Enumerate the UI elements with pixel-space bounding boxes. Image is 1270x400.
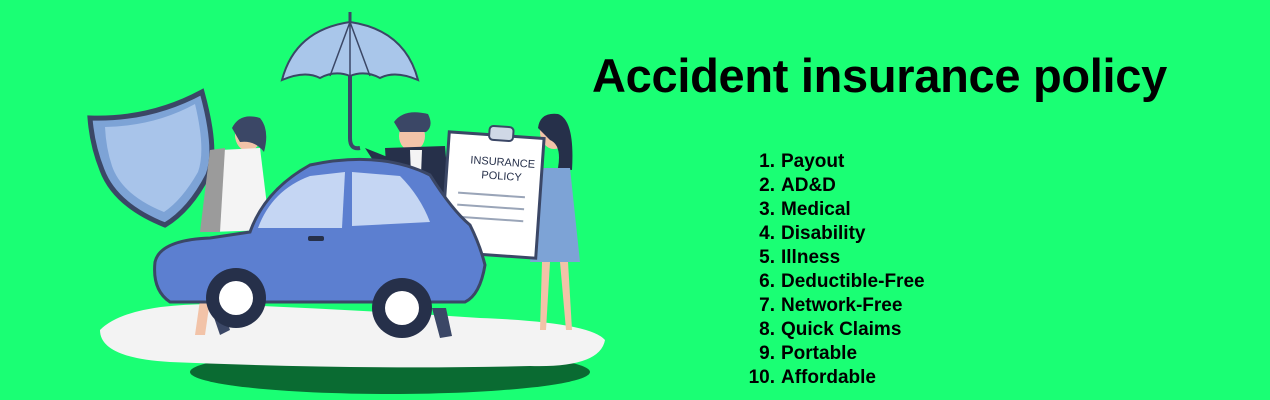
list-item-label: Quick Claims bbox=[781, 319, 902, 340]
list-item: 2. AD&D bbox=[735, 174, 925, 198]
list-item-label: Payout bbox=[781, 151, 845, 172]
list-item-number: 5. bbox=[759, 247, 775, 268]
list-item-label: Deductible-Free bbox=[781, 271, 925, 292]
list-item-label: Disability bbox=[781, 223, 866, 244]
list-item-label: Medical bbox=[781, 199, 851, 220]
insurance-illustration: INSURANCE POLICY bbox=[87, 12, 605, 394]
list-item: 4. Disability bbox=[735, 222, 925, 246]
list-item-number: 2. bbox=[759, 175, 775, 196]
list-item: 3. Medical bbox=[735, 198, 925, 222]
page-title: Accident insurance policy bbox=[592, 49, 1167, 102]
list-item-label: Portable bbox=[781, 343, 858, 364]
list-item-number: 7. bbox=[759, 295, 775, 316]
list-item-number: 9. bbox=[759, 343, 775, 364]
list-item: 1. Payout bbox=[735, 150, 925, 174]
list-item: 8. Quick Claims bbox=[735, 318, 925, 342]
list-item-number: 8. bbox=[759, 319, 775, 340]
list-item-label: Illness bbox=[781, 247, 841, 268]
list-item-number: 4. bbox=[759, 223, 775, 244]
list-item-label: Affordable bbox=[781, 367, 876, 388]
list-item: 7. Network-Free bbox=[735, 294, 925, 318]
list-item-number: 3. bbox=[759, 199, 775, 220]
list-item: 6. Deductible-Free bbox=[735, 270, 925, 294]
list-item-label: Network-Free bbox=[781, 295, 903, 316]
list-item: 5. Illness bbox=[735, 246, 925, 270]
list-item-number: 6. bbox=[759, 271, 775, 292]
list-item-number: 10. bbox=[748, 367, 775, 388]
ground bbox=[100, 304, 605, 368]
feature-list: 1. Payout 2. AD&D 3. Medical 4. Disability 5… bbox=[735, 150, 925, 390]
list-item-label: AD&D bbox=[781, 175, 836, 196]
shield-icon bbox=[87, 88, 215, 228]
list-item: 10. Affordable bbox=[735, 366, 925, 390]
list-item: 9. Portable bbox=[735, 342, 925, 366]
list-item-number: 1. bbox=[759, 151, 775, 172]
